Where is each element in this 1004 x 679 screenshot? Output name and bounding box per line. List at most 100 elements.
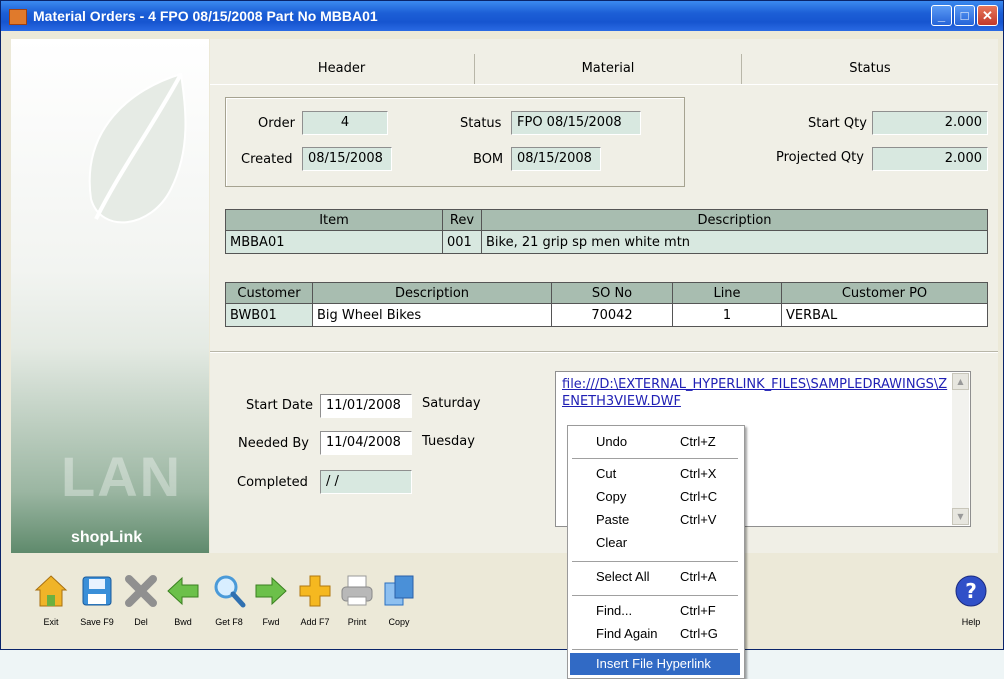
branding-panel: LAN shopLink: [11, 39, 209, 553]
section-divider-highlight: [210, 352, 998, 353]
menu-item-label: Find...: [596, 603, 633, 618]
customer-description-column-header: Description: [312, 282, 552, 304]
tab-header[interactable]: Header: [210, 54, 473, 84]
description-cell[interactable]: Bike, 21 grip sp men white mtn: [481, 230, 988, 254]
menu-item-shortcut: Ctrl+A: [680, 569, 717, 584]
copy-pages-icon: [384, 575, 414, 606]
help-button[interactable]: ? Help: [951, 561, 991, 631]
projected-qty-field[interactable]: 2.000: [872, 147, 988, 171]
memo-scrollbar[interactable]: ▲ ▼: [952, 373, 969, 525]
app-icon: [9, 9, 27, 25]
scroll-up-icon[interactable]: ▲: [952, 373, 969, 390]
customer-po-cell[interactable]: VERBAL: [781, 303, 988, 327]
menu-item-find[interactable]: Find... Ctrl+F: [570, 600, 740, 622]
menu-separator: [572, 458, 738, 459]
minimize-button[interactable]: _: [931, 5, 952, 26]
created-field[interactable]: 08/15/2008: [302, 147, 392, 171]
bom-label: BOM: [473, 152, 504, 167]
menu-item-find-again[interactable]: Find Again Ctrl+G: [570, 623, 740, 645]
hyperlink-text[interactable]: file:///D:\EXTERNAL_HYPERLINK_FILES\SAMP…: [562, 376, 948, 410]
scroll-down-icon[interactable]: ▼: [952, 508, 969, 525]
needed-day-label: Tuesday: [422, 434, 475, 449]
tab-status[interactable]: Status: [741, 54, 998, 84]
menu-item-copy[interactable]: Copy Ctrl+C: [570, 486, 740, 508]
help-label: Help: [961, 617, 981, 627]
table-row[interactable]: BWB01 Big Wheel Bikes 70042 1 VERBAL: [225, 303, 988, 327]
item-cell[interactable]: MBBA01: [225, 230, 443, 254]
customer-cell[interactable]: BWB01: [225, 303, 313, 327]
order-label: Order: [258, 116, 295, 131]
status-label: Status: [460, 116, 502, 131]
menu-item-label: Find Again: [596, 626, 658, 641]
menu-item-undo[interactable]: Undo Ctrl+Z: [570, 431, 740, 453]
forward-button[interactable]: Fwd: [251, 561, 291, 631]
title-bar[interactable]: Material Orders - 4 FPO 08/15/2008 Part …: [1, 1, 1003, 31]
save-button[interactable]: Save F9: [77, 561, 117, 631]
window-title: Material Orders - 4 FPO 08/15/2008 Part …: [33, 8, 378, 24]
menu-item-shortcut: Ctrl+V: [680, 512, 717, 527]
start-date-field[interactable]: 11/01/2008: [320, 394, 412, 418]
menu-item-label: Cut: [596, 466, 617, 481]
arrow-right-icon: [255, 576, 287, 606]
status-field[interactable]: FPO 08/15/2008: [511, 111, 641, 135]
context-menu: Undo Ctrl+Z Cut Ctrl+X Copy Ctrl+C Paste Ctr…: [567, 425, 745, 679]
needed-by-field[interactable]: 11/04/2008: [320, 431, 412, 455]
menu-item-clear[interactable]: Clear: [570, 532, 740, 554]
toolbar: Exit Save F9 Del Bwd Get F8 Fwd Add F7 P…: [1, 561, 1003, 633]
help-question-icon: ?: [955, 575, 987, 607]
start-qty-label: Start Qty: [808, 116, 867, 131]
copy-label: Copy: [388, 617, 410, 627]
tab-material[interactable]: Material: [474, 54, 741, 84]
printer-icon: [341, 575, 373, 606]
maximize-button[interactable]: □: [954, 5, 975, 26]
plus-icon: [299, 575, 331, 607]
line-column-header: Line: [672, 282, 782, 304]
bom-field[interactable]: 08/15/2008: [511, 147, 601, 171]
completed-label: Completed: [237, 475, 308, 490]
floppy-disk-icon: [82, 576, 112, 606]
leaf-logo-icon: [88, 72, 187, 224]
menu-item-shortcut: Ctrl+Z: [680, 434, 716, 449]
completed-field[interactable]: / /: [320, 470, 412, 494]
exit-button[interactable]: Exit: [31, 561, 71, 631]
backward-button[interactable]: Bwd: [163, 561, 203, 631]
projected-qty-label: Projected Qty: [776, 150, 864, 165]
tab-divider: [210, 84, 998, 85]
menu-item-label: Insert File Hyperlink: [596, 656, 711, 671]
menu-separator: [572, 561, 738, 562]
menu-item-label: Copy: [596, 489, 627, 504]
copy-button[interactable]: Copy: [379, 561, 419, 631]
arrow-left-icon: [167, 576, 199, 606]
delete-x-icon: [125, 575, 157, 607]
menu-item-shortcut: Ctrl+F: [680, 603, 716, 618]
svg-text:?: ?: [965, 579, 977, 603]
customer-column-header: Customer: [225, 282, 313, 304]
menu-item-label: Undo: [596, 434, 628, 449]
rev-column-header: Rev: [442, 209, 482, 231]
start-date-label: Start Date: [246, 398, 313, 413]
menu-item-label: Select All: [596, 569, 650, 584]
menu-item-shortcut: Ctrl+C: [680, 489, 718, 504]
order-field[interactable]: 4: [302, 111, 388, 135]
table-row[interactable]: MBBA01 001 Bike, 21 grip sp men white mt…: [225, 230, 988, 254]
line-cell[interactable]: 1: [672, 303, 782, 327]
customer-description-cell[interactable]: Big Wheel Bikes: [312, 303, 552, 327]
menu-item-shortcut: Ctrl+X: [680, 466, 717, 481]
item-column-header: Item: [225, 209, 443, 231]
so-no-cell[interactable]: 70042: [551, 303, 673, 327]
needed-by-label: Needed By: [238, 436, 309, 451]
rev-cell[interactable]: 001: [442, 230, 482, 254]
description-column-header: Description: [481, 209, 988, 231]
menu-item-select-all[interactable]: Select All Ctrl+A: [570, 566, 740, 588]
item-table: Item Rev Description MBBA01 001 Bike, 21…: [225, 209, 988, 254]
start-qty-field[interactable]: 2.000: [872, 111, 988, 135]
menu-item-insert-file-hyperlink[interactable]: Insert File Hyperlink: [570, 653, 740, 675]
menu-item-shortcut: Ctrl+G: [680, 626, 718, 641]
close-button[interactable]: ✕: [977, 5, 998, 26]
customer-table: Customer Description SO No Line Customer…: [225, 282, 988, 327]
so-no-column-header: SO No: [551, 282, 673, 304]
menu-item-label: Paste: [596, 512, 630, 527]
menu-item-paste[interactable]: Paste Ctrl+V: [570, 509, 740, 531]
tab-bar: Header Material Status: [210, 54, 998, 84]
menu-item-cut[interactable]: Cut Ctrl+X: [570, 463, 740, 485]
